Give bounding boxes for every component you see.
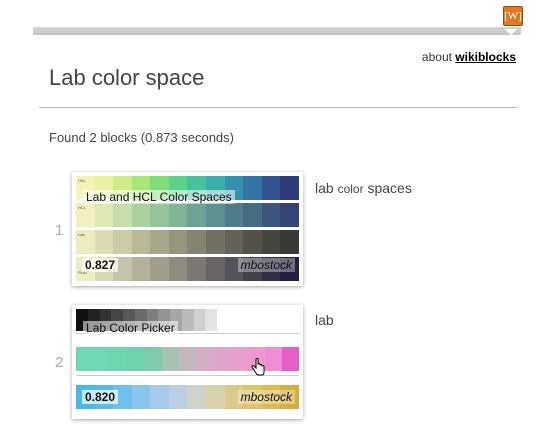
- thumbnail-title: Lab Color Picker: [83, 321, 178, 335]
- color-swatch: [178, 347, 197, 371]
- result-thumbnail[interactable]: HSL HCL Lab RGB Lab and HCL Color Spaces…: [72, 172, 303, 286]
- color-swatch: [230, 347, 248, 371]
- color-swatch: [144, 347, 162, 371]
- color-swatch: [94, 203, 114, 227]
- color-swatch: [196, 347, 214, 371]
- color-swatch: [205, 309, 217, 331]
- color-swatch: [280, 176, 299, 200]
- author: mbostock: [237, 258, 295, 272]
- color-swatch: [94, 230, 114, 254]
- color-swatch: [243, 230, 262, 254]
- color-swatch: [187, 230, 207, 254]
- wikiblocks-link[interactable]: wikiblocks: [455, 50, 516, 64]
- color-swatch: [243, 176, 262, 200]
- color-swatch: [206, 385, 225, 409]
- lab-color-row: [76, 230, 299, 254]
- color-swatch: [224, 230, 244, 254]
- result-title-part: spaces: [363, 180, 412, 196]
- color-swatch: [168, 385, 188, 409]
- result-rank: 2: [55, 354, 64, 371]
- wikiblocks-logo[interactable]: [W]: [503, 6, 523, 26]
- color-swatch: [150, 230, 169, 254]
- result-summary: Found 2 blocks (0.873 seconds): [49, 130, 234, 145]
- color-swatch: [113, 230, 132, 254]
- color-swatch: [150, 385, 169, 409]
- about-prefix: about: [421, 50, 452, 64]
- color-swatch: [224, 203, 244, 227]
- color-swatch: [187, 385, 207, 409]
- color-swatch: [280, 203, 299, 227]
- color-swatch: [131, 385, 151, 409]
- thumbnail-title: Lab and HCL Color Spaces: [83, 190, 235, 204]
- color-swatch: [213, 347, 231, 371]
- a-channel-row: [76, 347, 300, 371]
- relevance-score: 0.820: [82, 390, 119, 404]
- result-title[interactable]: lab: [315, 312, 334, 328]
- color-swatch: [93, 347, 111, 371]
- color-swatch: [206, 257, 225, 281]
- color-swatch: [206, 203, 225, 227]
- page-title: Lab color space: [49, 65, 205, 90]
- color-swatch: [181, 309, 194, 331]
- color-swatch: [131, 257, 151, 281]
- row-label: HSL: [78, 178, 86, 183]
- color-swatch: [168, 203, 188, 227]
- color-swatch: [131, 230, 151, 254]
- result-rank: 1: [55, 222, 64, 239]
- color-swatch: [281, 347, 300, 371]
- color-swatch: [187, 257, 207, 281]
- hand-cursor-icon: [251, 358, 265, 376]
- color-swatch: [261, 203, 281, 227]
- color-swatch: [150, 203, 169, 227]
- color-swatch: [261, 176, 281, 200]
- about-line: about wikiblocks: [422, 50, 516, 64]
- color-swatch: [264, 347, 282, 371]
- color-swatch: [76, 347, 94, 371]
- color-swatch: [280, 230, 299, 254]
- color-swatch: [261, 230, 281, 254]
- result-title-part: lab: [315, 180, 338, 196]
- color-swatch: [168, 257, 188, 281]
- color-swatch: [161, 347, 179, 371]
- color-swatch: [150, 257, 169, 281]
- result-title-part: color: [337, 182, 364, 196]
- color-swatch: [168, 230, 188, 254]
- axis-line: [76, 375, 299, 376]
- row-label: HCL: [78, 205, 87, 210]
- divider: [39, 107, 517, 108]
- result-thumbnail[interactable]: Lab Color Picker 0.820 mbostock: [72, 305, 303, 419]
- row-label: Lab: [78, 232, 85, 237]
- relevance-score: 0.827: [82, 258, 119, 272]
- color-swatch: [187, 203, 207, 227]
- color-swatch: [127, 347, 145, 371]
- color-swatch: [193, 309, 206, 331]
- author: mbostock: [237, 390, 295, 404]
- color-swatch: [110, 347, 128, 371]
- top-bar-notch: [505, 29, 517, 35]
- hcl-color-row: [76, 203, 299, 227]
- color-swatch: [206, 230, 225, 254]
- color-swatch: [131, 203, 151, 227]
- top-bar: [33, 27, 521, 35]
- result-title[interactable]: lab color spaces: [315, 180, 412, 196]
- color-swatch: [113, 203, 132, 227]
- color-swatch: [243, 203, 262, 227]
